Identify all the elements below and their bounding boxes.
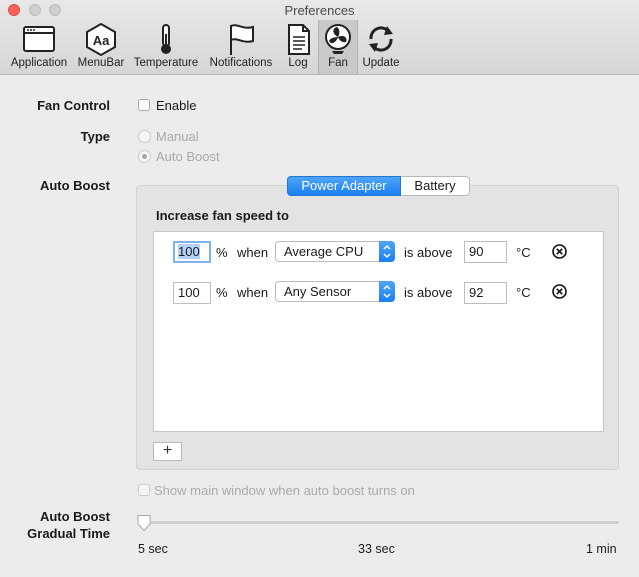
speed-value: 100 — [178, 244, 200, 259]
toolbar-item-label: Fan — [328, 57, 348, 69]
sensor-popup[interactable]: Average CPU — [275, 241, 395, 262]
menubar-hexagon-icon: Aa — [86, 22, 116, 56]
add-rule-button[interactable]: + — [153, 442, 182, 461]
window-title: Preferences — [284, 3, 355, 18]
type-label: Type — [80, 129, 110, 144]
threshold-input[interactable]: 90 — [464, 241, 507, 263]
tick-label-mid: 33 sec — [358, 542, 395, 556]
chevron-updown-icon — [383, 284, 391, 299]
toolbar-item-label: Application — [10, 57, 68, 69]
gradual-time-slider-knob[interactable] — [136, 514, 152, 532]
tab-battery[interactable]: Battery — [401, 176, 470, 196]
preferences-window: Preferences Application Aa MenuBar Tempe… — [0, 0, 639, 577]
flag-icon — [230, 24, 254, 55]
auto-boost-label: Auto Boost — [39, 178, 110, 193]
toolbar-item-update[interactable]: Update — [358, 20, 404, 74]
when-label: when — [237, 245, 269, 260]
threshold-input[interactable]: 92 — [464, 282, 507, 304]
remove-rule-icon[interactable] — [552, 244, 567, 259]
toolbar-item-temperature[interactable]: Temperature — [128, 20, 204, 74]
show-main-window-label[interactable]: Show main window when auto boost turns o… — [154, 483, 415, 498]
manual-radio[interactable] — [138, 130, 151, 143]
toolbar-item-notifications[interactable]: Notifications — [204, 20, 278, 74]
toolbar-item-label: Temperature — [133, 57, 199, 69]
toolbar-item-fan[interactable]: Fan — [318, 20, 358, 74]
fan-control-label: Fan Control — [37, 98, 110, 113]
gradual-time-label-line2: Gradual Time — [27, 526, 110, 541]
toolbar-item-menubar[interactable]: Aa MenuBar — [74, 20, 128, 74]
toolbar: Preferences Application Aa MenuBar Tempe… — [0, 0, 639, 75]
speed-input[interactable]: 100 — [173, 241, 211, 263]
tick-label-min: 5 sec — [138, 542, 168, 556]
is-above-label: is above — [404, 245, 453, 260]
toolbar-item-label: Log — [288, 57, 308, 69]
document-log-icon — [288, 24, 310, 55]
toolbar-item-application[interactable]: Application — [4, 20, 74, 74]
celsius-unit: °C — [516, 285, 531, 300]
tab-power-adapter[interactable]: Power Adapter — [287, 176, 401, 196]
auto-boost-radio[interactable] — [138, 150, 151, 163]
sensor-value: Average CPU — [284, 244, 364, 259]
fan-icon — [325, 24, 351, 54]
manual-label[interactable]: Manual — [156, 129, 199, 144]
percent-label: % — [216, 245, 228, 260]
is-above-label: is above — [404, 285, 453, 300]
increase-fan-speed-heading: Increase fan speed to — [156, 208, 289, 223]
enable-label[interactable]: Enable — [156, 98, 196, 113]
menubar-icon-text: Aa — [93, 33, 110, 48]
celsius-unit: °C — [516, 245, 531, 260]
chevron-updown-icon — [383, 244, 391, 259]
gradual-time-slider-track[interactable] — [140, 521, 619, 524]
popup-arrows — [379, 241, 395, 262]
gradual-time-label: Auto Boost Gradual Time — [0, 508, 110, 542]
refresh-arrows-icon — [369, 26, 393, 52]
when-label: when — [237, 285, 269, 300]
popup-arrows — [379, 281, 395, 302]
speed-input[interactable]: 100 — [173, 282, 211, 304]
toolbar-item-label: Update — [362, 57, 400, 69]
toolbar-item-label: MenuBar — [77, 57, 125, 69]
remove-rule-icon[interactable] — [552, 284, 567, 299]
tick-label-max: 1 min — [586, 542, 617, 556]
gradual-time-label-line1: Auto Boost — [39, 509, 110, 524]
toolbar-item-label: Notifications — [209, 57, 273, 69]
percent-label: % — [216, 285, 228, 300]
sensor-popup[interactable]: Any Sensor — [275, 281, 395, 302]
thermometer-icon — [161, 24, 171, 54]
application-window-icon — [23, 26, 55, 52]
auto-boost-radio-label[interactable]: Auto Boost — [156, 149, 220, 164]
sensor-value: Any Sensor — [284, 284, 352, 299]
toolbar-item-log[interactable]: Log — [278, 20, 318, 74]
enable-checkbox[interactable] — [138, 99, 150, 111]
show-main-window-checkbox[interactable] — [138, 484, 150, 496]
